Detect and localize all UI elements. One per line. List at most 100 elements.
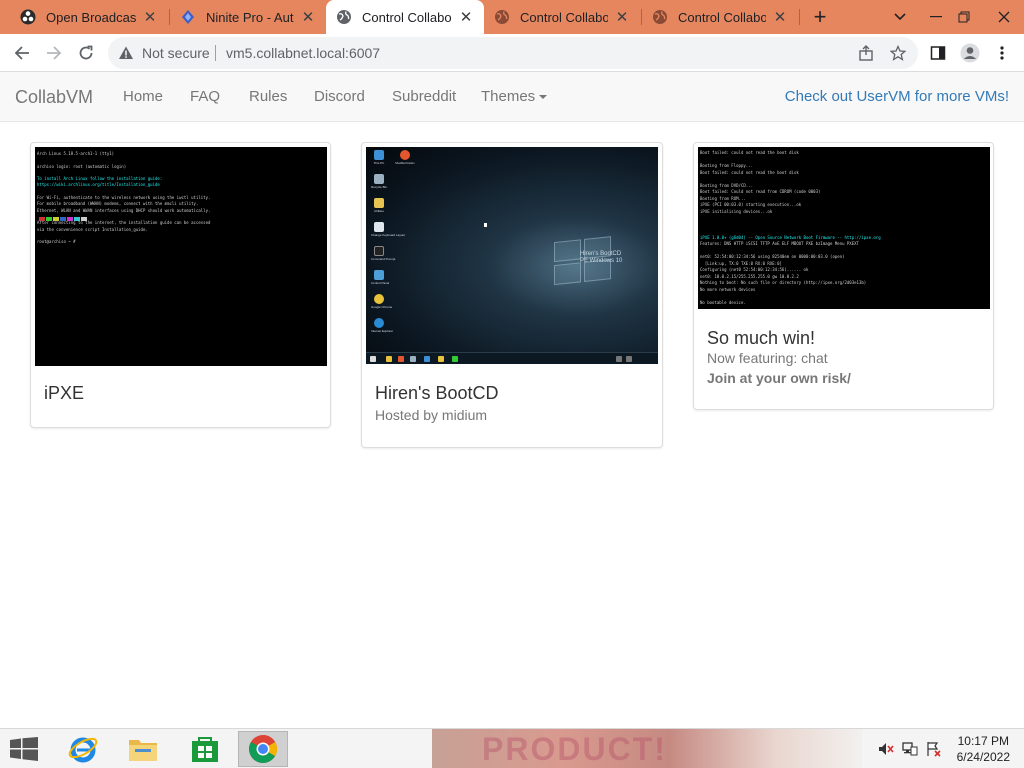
vm-terminal-output: Boot failed: could not read the boot dis… (700, 150, 988, 306)
globe-icon (337, 10, 351, 24)
tab-title: Open Broadcaster (46, 9, 136, 25)
tab-divider (799, 9, 800, 25)
ninite-icon (182, 10, 194, 24)
globe-icon (653, 10, 667, 24)
nav-rules[interactable]: Rules (249, 88, 287, 105)
volume-muted-icon[interactable] (878, 741, 894, 757)
tab-title: Control Collabora (678, 9, 766, 25)
browser-toolbar: Not secure vm5.collabnet.local:6007 (0, 34, 1024, 72)
terminal-line: No bootable device. (700, 299, 746, 305)
side-panel-icon (930, 46, 946, 60)
taskbar-file-explorer[interactable] (118, 731, 168, 767)
tab-title: Control Collabora (362, 9, 452, 25)
globe-icon (495, 10, 509, 24)
close-window-button[interactable] (984, 0, 1024, 34)
nav-discord[interactable]: Discord (314, 88, 365, 105)
taskbar-clock[interactable]: 10:17 PM 6/24/2022 (957, 733, 1010, 765)
taskbar-internet-explorer[interactable] (58, 731, 108, 767)
menu-button[interactable] (988, 39, 1016, 67)
share-icon[interactable] (856, 43, 876, 63)
desktop-icon: Control Panel (371, 270, 389, 285)
clock-date: 6/24/2022 (956, 750, 1010, 764)
forward-button[interactable] (40, 39, 68, 67)
windows-start-icon[interactable] (10, 737, 38, 761)
file-explorer-icon (129, 740, 157, 761)
tab-control-collabvm-3[interactable]: Control Collabora ✕ (642, 0, 798, 34)
wallpaper-text: PRODUCT! (482, 731, 667, 767)
vm-title: iPXE (44, 383, 85, 403)
nav-themes-label: Themes (481, 88, 536, 105)
desktop-icon: Recycle Bin (371, 174, 387, 189)
vm-card-hirens-bootcd[interactable]: Mozilla Firefox This PC Recycle Bin Util… (361, 142, 663, 448)
vm-taskbar (366, 352, 658, 364)
bookmark-star-icon[interactable] (888, 43, 908, 63)
tab-control-collabvm-active[interactable]: Control Collabora ✕ (326, 0, 484, 34)
vm-screenshot-hirens[interactable]: Mozilla Firefox This PC Recycle Bin Util… (366, 147, 658, 364)
close-tab-icon[interactable]: ✕ (614, 9, 630, 26)
profile-button[interactable] (956, 39, 984, 67)
vm-warning-note: Join at your own risk/ (707, 370, 851, 386)
tab-obs[interactable]: Open Broadcaster ✕ (10, 0, 168, 34)
taskbar-chrome[interactable] (238, 731, 288, 767)
desktop-icon: Command Prompt (371, 246, 395, 261)
tab-search-chevron-icon[interactable] (880, 0, 920, 34)
tab-ninite[interactable]: Ninite Pro - Auto ✕ (170, 0, 326, 34)
url-text[interactable]: vm5.collabnet.local:6007 (226, 45, 380, 61)
terminal-line: root@archiso ~ # (37, 239, 76, 245)
tab-title: Ninite Pro - Auto (206, 9, 294, 25)
vm-card-so-much-win[interactable]: Boot failed: could not read the boot dis… (693, 142, 994, 410)
desktop-icon: Utilities (371, 198, 387, 213)
kebab-menu-icon (1000, 46, 1004, 60)
obs-icon (20, 9, 36, 25)
close-tab-icon[interactable]: ✕ (458, 9, 474, 26)
action-center-flag-icon[interactable] (926, 741, 942, 757)
vm-card-ipxe[interactable]: Arch Linux 5.18.5-arch1-1 (tty1) archiso… (30, 142, 331, 428)
vm-host: Hosted by midium (375, 407, 488, 423)
tab-control-collabvm-2[interactable]: Control Collabora ✕ (484, 0, 640, 34)
close-tab-icon[interactable]: ✕ (300, 9, 316, 26)
browser-tab-strip: Open Broadcaster ✕ Ninite Pro - Auto ✕ C… (0, 0, 1024, 34)
restore-button[interactable] (944, 0, 984, 34)
omnibox-divider (215, 45, 216, 61)
store-icon (192, 737, 218, 762)
back-arrow-icon (14, 46, 29, 60)
desktop-icon: This PC (371, 150, 387, 165)
network-icon[interactable] (902, 741, 918, 757)
site-navbar: CollabVM Home FAQ Rules Discord Subreddi… (0, 72, 1024, 122)
close-tab-icon[interactable]: ✕ (142, 9, 158, 26)
desktop-icon: Change Keyboard Layout (371, 222, 405, 237)
nav-faq[interactable]: FAQ (190, 88, 220, 105)
desktop-icon: Internet Explorer (371, 318, 393, 333)
internet-explorer-icon (68, 737, 98, 763)
side-panel-button[interactable] (924, 39, 952, 67)
security-status[interactable]: Not secure (142, 45, 210, 61)
nav-themes-dropdown[interactable]: Themes (481, 88, 548, 105)
address-bar[interactable]: Not secure vm5.collabnet.local:6007 (108, 37, 918, 69)
reload-button[interactable] (72, 39, 100, 67)
mouse-cursor-icon (484, 223, 487, 227)
vm-title: Hiren's BootCD (375, 383, 499, 403)
desktop-icon: Google Chrome (371, 294, 392, 309)
taskbar-wallpaper: PRODUCT! (432, 729, 862, 768)
wallpaper-caption: Hiren's BootCD PE Windows 10 (580, 251, 623, 264)
vm-screenshot-so-much-win[interactable]: Boot failed: could not read the boot dis… (698, 147, 990, 309)
taskbar-store[interactable] (180, 731, 230, 767)
new-tab-button[interactable]: + (808, 4, 832, 29)
desktop-icon-firefox: Mozilla Firefox (394, 150, 416, 165)
uservm-link[interactable]: Check out UserVM for more VMs! (785, 88, 1009, 105)
warning-triangle-icon[interactable] (118, 45, 134, 61)
brand-logo[interactable]: CollabVM (15, 87, 93, 108)
vm-terminal-output: Arch Linux 5.18.5-arch1-1 (tty1) archiso… (37, 151, 325, 245)
clock-time: 10:17 PM (957, 734, 1009, 748)
close-tab-icon[interactable]: ✕ (772, 9, 788, 26)
back-button[interactable] (8, 39, 36, 67)
avatar-icon (960, 43, 980, 63)
tab-title: Control Collabora (520, 9, 608, 25)
nav-subreddit[interactable]: Subreddit (392, 88, 456, 105)
nav-home[interactable]: Home (123, 88, 163, 105)
vm-title: So much win! (707, 328, 816, 348)
vm-description: Now featuring: chat (707, 350, 828, 366)
color-test-strip (39, 217, 87, 221)
forward-arrow-icon (47, 46, 62, 60)
vm-screenshot-ipxe[interactable]: Arch Linux 5.18.5-arch1-1 (tty1) archiso… (35, 147, 327, 366)
